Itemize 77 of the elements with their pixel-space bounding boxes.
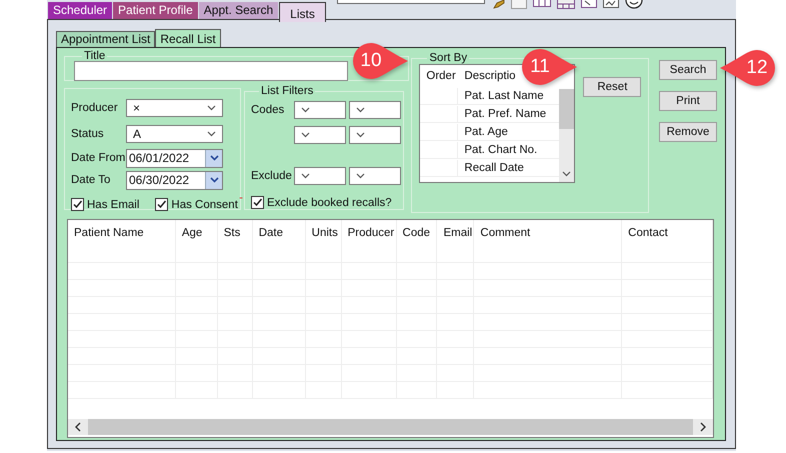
dropdown[interactable] [294, 100, 346, 118]
field-label: Codes [251, 104, 286, 116]
chevron-icon [562, 171, 572, 177]
group-title: Title [83, 51, 106, 61]
reset-button[interactable]: Reset [583, 77, 642, 97]
chevron-icon [207, 105, 216, 111]
column-header[interactable]: Age [176, 220, 218, 246]
field-label: Exclude [251, 170, 293, 182]
column-header[interactable]: Date [252, 220, 306, 246]
module-tab[interactable]: Scheduler [48, 2, 112, 19]
checkbox-label: Has Consent [171, 198, 238, 210]
checkbox-label: Exclude booked recalls? [267, 196, 392, 208]
dropdown[interactable]: A [126, 125, 223, 143]
list-item[interactable]: Recall Date [458, 162, 524, 174]
column-header[interactable]: Sts [218, 220, 253, 246]
chevron-icon [356, 106, 365, 112]
field-label: Producer [71, 102, 119, 114]
grid-icon[interactable] [556, 0, 575, 9]
sub-tab[interactable]: Recall List [155, 29, 221, 47]
callout-badge: 12 [720, 49, 776, 87]
chevron-icon [210, 155, 218, 161]
chevron-icon [301, 132, 310, 138]
chevron-icon [356, 132, 365, 138]
list-item[interactable]: Pat. Pref. Name [458, 108, 546, 120]
horizontal-scrollbar[interactable] [68, 419, 713, 435]
callout-badge: 10 [352, 42, 408, 80]
checkbox[interactable] [155, 198, 168, 211]
column-header: Order [425, 70, 457, 82]
list-item[interactable]: Pat. Chart No. [458, 144, 538, 156]
document-icon[interactable] [510, 0, 527, 9]
column-header[interactable]: Patient Name [68, 220, 176, 246]
list-item[interactable]: Pat. Age [458, 126, 508, 138]
module-tab[interactable]: Appt. Search [198, 2, 278, 19]
column-header[interactable]: Code [396, 220, 438, 246]
dropdown[interactable] [349, 126, 401, 144]
dash-mark: - [239, 192, 243, 204]
column-header[interactable]: Producer [342, 220, 397, 246]
title-field[interactable] [74, 61, 348, 81]
column-header[interactable]: Email [437, 220, 474, 246]
dropdown[interactable] [294, 166, 346, 184]
column-header[interactable]: Contact [622, 220, 713, 246]
column-header: Descriptio [463, 70, 516, 82]
field-label: Date To [71, 174, 112, 186]
module-tab[interactable]: Patient Profile [113, 2, 198, 19]
checkbox[interactable] [71, 198, 84, 211]
column-header[interactable]: Units [306, 220, 342, 246]
group-title: List Filters [260, 86, 314, 96]
scroll-left-icon[interactable] [74, 422, 82, 432]
text-field[interactable] [336, 0, 485, 4]
field-label: Date From [71, 152, 126, 164]
list-item[interactable]: Pat. Last Name [458, 90, 544, 102]
module-tab[interactable]: Lists [279, 2, 326, 22]
checkbox-label: Has Email [87, 198, 140, 210]
dropdown[interactable] [349, 166, 401, 184]
date-field[interactable]: 06/30/2022 [126, 170, 223, 190]
chevron-icon [210, 177, 218, 183]
field-label: Status [71, 128, 105, 140]
callout-badge: 11 [521, 48, 577, 86]
scroll-right-icon[interactable] [699, 422, 707, 432]
chart-icon[interactable] [602, 0, 619, 8]
group-title: Sort By [428, 53, 468, 63]
date-field[interactable]: 06/01/2022 [126, 148, 223, 168]
action-button[interactable]: Search [659, 60, 717, 80]
chevron-icon [301, 106, 310, 112]
column-header[interactable]: Comment [474, 220, 622, 246]
chevron-icon [207, 131, 216, 137]
pencil-icon[interactable] [492, 0, 505, 9]
action-button[interactable]: Print [659, 91, 717, 111]
scrollbar[interactable] [559, 89, 574, 182]
sub-tab[interactable]: Appointment List [56, 31, 156, 47]
dropdown[interactable]: × [126, 99, 223, 117]
chevron-icon [301, 172, 310, 178]
dropdown[interactable] [349, 100, 401, 118]
action-button[interactable]: Remove [659, 122, 717, 142]
chevron-icon [356, 172, 365, 178]
dropdown[interactable] [294, 126, 346, 144]
checkbox[interactable] [251, 196, 264, 209]
